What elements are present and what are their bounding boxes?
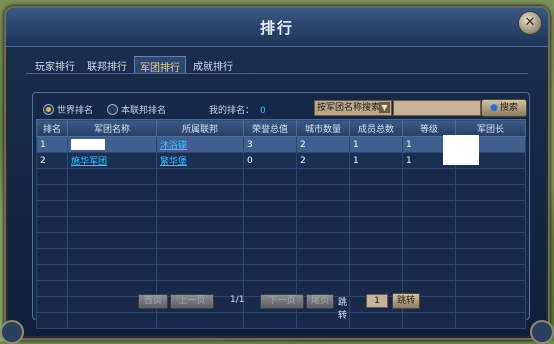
empty-row bbox=[36, 168, 526, 185]
jump-page-input[interactable]: 1 bbox=[366, 294, 388, 308]
cell-members: 1 bbox=[349, 136, 403, 153]
legion-link[interactable]: 施华军团 bbox=[71, 157, 107, 167]
redacted-leader-name bbox=[443, 135, 479, 165]
next-page-button[interactable]: 下一页 bbox=[260, 294, 304, 309]
corner-ornament-left bbox=[0, 320, 24, 344]
cell-rank: 2 bbox=[36, 152, 68, 169]
radio-selected-icon bbox=[43, 104, 54, 115]
cell-federation[interactable]: 繁华堡 bbox=[156, 152, 244, 169]
federation-link[interactable]: 繁华堡 bbox=[160, 157, 187, 167]
search-type-select[interactable]: 按军团名称搜索 ▼ bbox=[314, 100, 392, 116]
last-page-button[interactable]: 尾页 bbox=[306, 294, 334, 309]
legion-ranking-panel: 世界排名 本联邦排名 我的排名： 0 按军团名称搜索 ▼ ● 搜索 排名 军团名… bbox=[32, 92, 530, 329]
federation-link[interactable]: 沐浴碟 bbox=[160, 141, 187, 151]
chevron-down-icon: ▼ bbox=[379, 102, 390, 113]
my-rank-value: 0 bbox=[260, 106, 266, 116]
window-titlebar: 排行 ✕ bbox=[6, 8, 548, 47]
tab-player-ranking[interactable]: 玩家排行 bbox=[30, 56, 80, 74]
cell-members: 1 bbox=[349, 152, 403, 169]
column-header-federation: 所属联邦 bbox=[156, 119, 244, 137]
empty-row bbox=[36, 216, 526, 233]
tab-divider bbox=[26, 73, 528, 74]
empty-row bbox=[36, 200, 526, 217]
search-type-value: 按军团名称搜索 bbox=[317, 103, 381, 113]
empty-row bbox=[36, 312, 526, 329]
column-header-level: 等级 bbox=[402, 119, 456, 137]
table-header-row: 排名 军团名称 所属联邦 荣誉总值 城市数量 成员总数 等级 军团长 bbox=[36, 119, 526, 137]
my-rank: 我的排名： 0 bbox=[209, 103, 266, 116]
search-button[interactable]: ● 搜索 bbox=[481, 99, 527, 117]
radio-unselected-icon bbox=[107, 104, 118, 115]
cell-legion-name[interactable] bbox=[67, 136, 157, 153]
world-ranking-radio[interactable]: 世界排名 bbox=[43, 103, 93, 116]
cell-rank: 1 bbox=[36, 136, 68, 153]
column-header-cities: 城市数量 bbox=[296, 119, 350, 137]
cell-cities: 2 bbox=[296, 152, 350, 169]
federation-ranking-radio[interactable]: 本联邦排名 bbox=[107, 103, 166, 116]
column-header-legion-name: 军团名称 bbox=[67, 119, 157, 137]
search-icon: ● bbox=[490, 103, 498, 113]
empty-row bbox=[36, 264, 526, 281]
cell-honor: 3 bbox=[243, 136, 297, 153]
empty-row bbox=[36, 184, 526, 201]
empty-row bbox=[36, 248, 526, 265]
cell-federation[interactable]: 沐浴碟 bbox=[156, 136, 244, 153]
column-header-members: 成员总数 bbox=[349, 119, 403, 137]
corner-ornament-right bbox=[530, 320, 554, 344]
ranking-tabs: 玩家排行 联邦排行 军团排行 成就排行 bbox=[30, 56, 238, 74]
filter-bar: 世界排名 本联邦排名 我的排名： 0 按军团名称搜索 ▼ ● 搜索 bbox=[41, 99, 527, 117]
jump-button[interactable]: 跳转 bbox=[392, 293, 420, 309]
tab-federation-ranking[interactable]: 联邦排行 bbox=[82, 56, 132, 74]
cell-honor: 0 bbox=[243, 152, 297, 169]
first-page-button[interactable]: 首页 bbox=[138, 294, 168, 309]
redacted-legion-name bbox=[71, 139, 105, 150]
page-info: 1/1 bbox=[230, 295, 245, 305]
empty-row bbox=[36, 232, 526, 249]
prev-page-button[interactable]: 上一页 bbox=[170, 294, 214, 309]
search-button-label: 搜索 bbox=[499, 103, 518, 113]
column-header-rank: 排名 bbox=[36, 119, 68, 137]
column-header-honor: 荣誉总值 bbox=[243, 119, 297, 137]
tab-legion-ranking[interactable]: 军团排行 bbox=[134, 56, 186, 74]
column-header-leader: 军团长 bbox=[455, 119, 526, 137]
my-rank-label: 我的排名： bbox=[209, 106, 255, 116]
world-ranking-label: 世界排名 bbox=[57, 106, 94, 116]
federation-ranking-label: 本联邦排名 bbox=[121, 106, 167, 116]
search-input[interactable] bbox=[393, 100, 481, 116]
ranking-window: 排行 ✕ 玩家排行 联邦排行 军团排行 成就排行 世界排名 本联邦排名 我的排名… bbox=[0, 6, 554, 344]
close-button[interactable]: ✕ bbox=[518, 11, 542, 35]
cell-cities: 2 bbox=[296, 136, 350, 153]
jump-label: 跳转 bbox=[338, 298, 348, 321]
cell-legion-name[interactable]: 施华军团 bbox=[67, 152, 157, 169]
tab-achievement-ranking[interactable]: 成就排行 bbox=[188, 56, 238, 74]
window-title: 排行 bbox=[259, 19, 294, 37]
